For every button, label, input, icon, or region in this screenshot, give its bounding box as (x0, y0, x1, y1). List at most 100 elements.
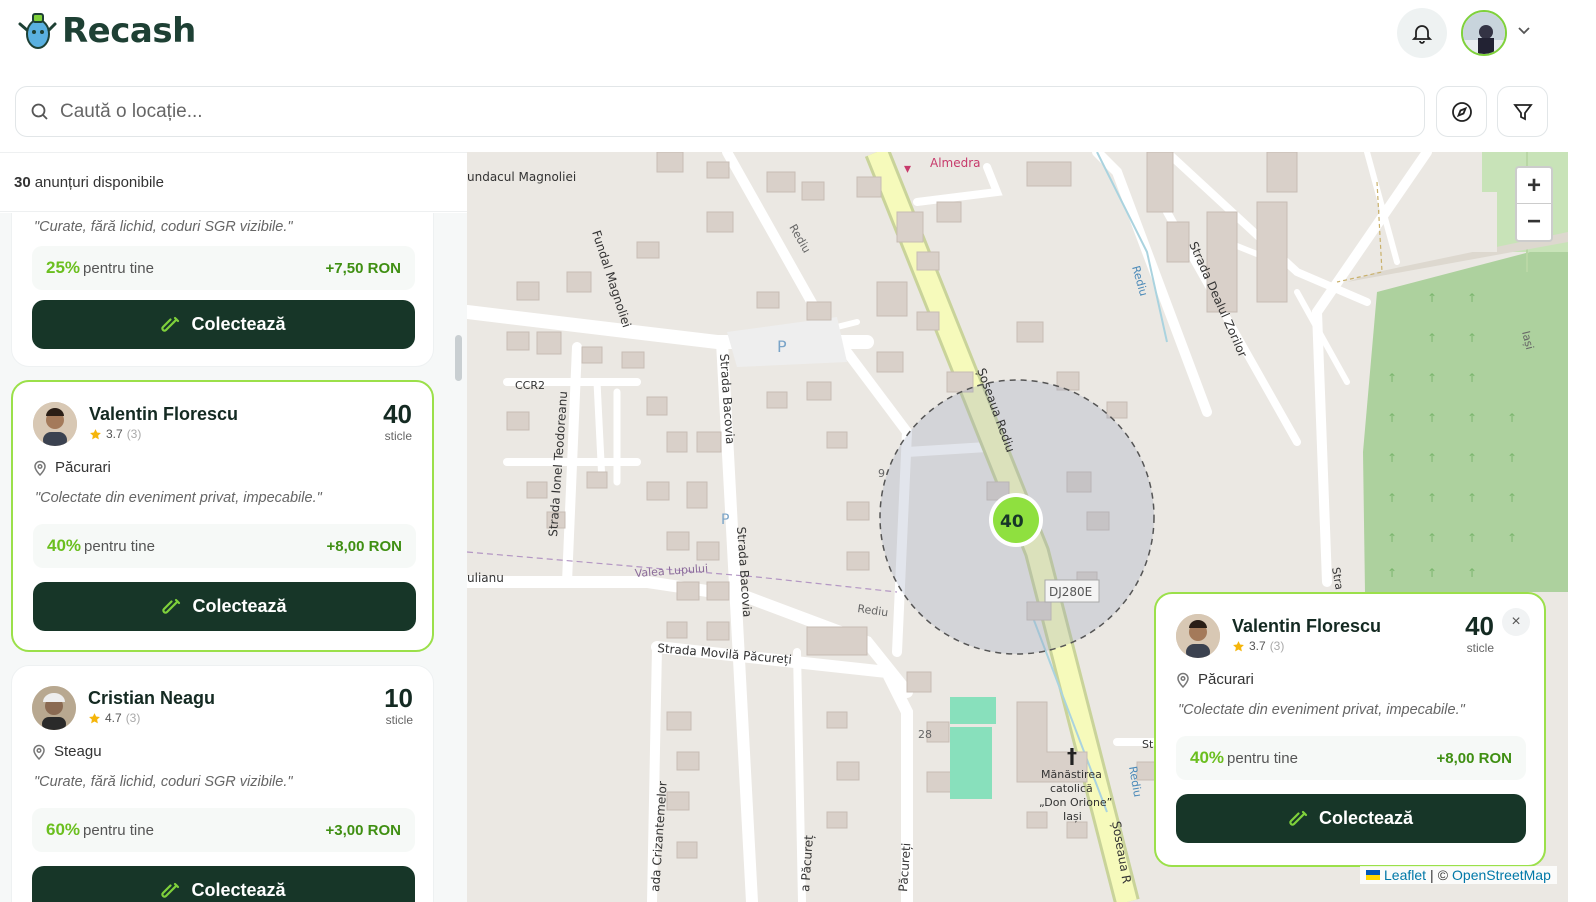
collect-button[interactable]: Colectează (32, 300, 415, 349)
zoom-in-button[interactable]: + (1517, 168, 1551, 204)
map-label-catolica: catolică (1050, 782, 1093, 795)
sidebar-scrollbar[interactable] (452, 213, 464, 902)
seller-name: Cristian Neagu (88, 688, 216, 708)
sidebar-scrollbar-thumb[interactable] (455, 335, 462, 381)
listings-list[interactable]: "Curate, fără lichid, coduri SGR vizibil… (0, 213, 467, 902)
popup-close-button[interactable]: × (1502, 608, 1530, 636)
search-bar[interactable] (15, 86, 1425, 137)
rating-value: 4.7 (105, 711, 122, 725)
osm-link[interactable]: OpenStreetMap (1452, 867, 1551, 883)
collect-button[interactable]: Colectează (33, 582, 416, 631)
svg-text:↑: ↑ (1427, 371, 1437, 385)
svg-text:↑: ↑ (1467, 451, 1477, 465)
top-header: Recash (0, 0, 1596, 70)
svg-text:↑: ↑ (1427, 331, 1437, 345)
seller-rating: 4.7 (3) (88, 711, 140, 725)
collect-button[interactable]: Colectează (32, 866, 415, 902)
listing-location: Păcurari (1176, 671, 1254, 688)
svg-text:↑: ↑ (1427, 531, 1437, 545)
bottle-icon (162, 598, 181, 614)
listings-count-label: anunțuri disponibile (34, 173, 164, 191)
zoom-out-button[interactable]: − (1517, 204, 1551, 240)
map-label-manastirea: Mănăstirea (1041, 768, 1102, 781)
seller-name: Valentin Florescu (89, 404, 239, 424)
bottle-count: 40 (383, 399, 412, 429)
collect-button-label: Colectează (191, 314, 286, 334)
bottle-unit: sticle (384, 429, 412, 443)
person-photo-icon (33, 402, 77, 446)
rating-count: (3) (126, 427, 142, 441)
svg-text:↑: ↑ (1507, 411, 1517, 425)
svg-text:↑: ↑ (1507, 531, 1517, 545)
leaflet-link[interactable]: Leaflet (1384, 867, 1426, 883)
attribution-copyright: © (1437, 867, 1449, 883)
map-label-parking-2: P (721, 512, 729, 528)
listing-share: 60% pentru tine +3,00 RON (32, 808, 415, 852)
svg-text:†: † (1067, 744, 1077, 768)
map-label-28: 28 (918, 728, 932, 741)
map-label-ccr2: CCR2 (515, 379, 545, 392)
listing-quote: "Curate, fără lichid, coduri SGR vizibil… (34, 774, 293, 790)
share-ron: +8,00 RON (1436, 749, 1512, 767)
bell-icon (1411, 25, 1433, 44)
map-view[interactable]: ↑ ↑ ↑ ↑ ↑ ↑ ↑ ↑ ↑ ↑ ↑ ↑ ↑ ↑ ↑ ↑ ↑ ↑ ↑ ↑ ↑ ↑ ↑ ↑ ↑ ↑ A… (467, 152, 1568, 902)
share-label: pentru tine (83, 260, 154, 277)
person-photo-icon (32, 686, 76, 730)
map-label-iasi-2: Iași (1063, 810, 1082, 823)
svg-text:↑: ↑ (1387, 491, 1397, 505)
listing-card[interactable]: Cristian Neagu 4.7 (3) 10 sticle Steagu … (11, 665, 434, 902)
svg-text:↑: ↑ (1507, 451, 1517, 465)
listing-share: 40% pentru tine +8,00 RON (1176, 736, 1526, 780)
compass-icon (1451, 101, 1472, 122)
svg-text:↑: ↑ (1467, 531, 1477, 545)
collect-button[interactable]: Colectează (1176, 794, 1526, 843)
search-input[interactable] (60, 100, 1360, 123)
share-percent: 40% (1190, 748, 1225, 767)
share-percent: 40% (47, 536, 82, 555)
avatar (32, 686, 76, 730)
avatar (1176, 614, 1220, 658)
location-pin-icon (33, 744, 45, 760)
svg-text:↑: ↑ (1507, 491, 1517, 505)
svg-text:▾: ▾ (904, 161, 911, 177)
search-icon (31, 103, 48, 120)
map-label-ulianu: ulianu (467, 571, 504, 585)
cluster-marker-count[interactable]: 40 (1000, 512, 1024, 532)
filter-icon (1512, 103, 1533, 120)
listings-sidebar: 30 anunțuri disponibile "Curate, fără li… (0, 152, 467, 902)
person-photo-icon (1176, 614, 1220, 658)
svg-text:↑: ↑ (1467, 566, 1477, 580)
listings-count-number: 30 (14, 173, 31, 191)
location-pin-icon (1177, 672, 1189, 688)
listing-quote: "Curate, fără lichid, coduri SGR vizibil… (34, 219, 293, 235)
listing-quote: "Colectate din eveniment privat, impecab… (35, 490, 322, 506)
listing-card[interactable]: "Curate, fără lichid, coduri SGR vizibil… (11, 213, 434, 367)
user-avatar[interactable] (1461, 10, 1507, 56)
listing-share: 40% pentru tine +8,00 RON (33, 524, 416, 568)
bottle-count: 10 (384, 683, 413, 713)
map-label-9: 9 (878, 467, 885, 480)
location-name: Steagu (54, 743, 102, 760)
bottle-icon (161, 316, 180, 332)
chevron-down-icon[interactable] (1516, 22, 1532, 38)
svg-text:↑: ↑ (1467, 291, 1477, 305)
attribution-separator: | (1430, 867, 1434, 883)
map-label-dj280e: DJ280E (1049, 585, 1092, 599)
svg-text:↑: ↑ (1467, 371, 1477, 385)
rating-value: 3.7 (106, 427, 123, 441)
filter-button[interactable] (1497, 86, 1548, 137)
bottle-unit: sticle (385, 713, 413, 727)
app-logo[interactable]: Recash (16, 10, 196, 52)
listing-card[interactable]: Valentin Florescu 3.7 (3) 40 sticle Păcu… (11, 380, 434, 652)
bottle-icon (1289, 810, 1308, 826)
avatar-photo-icon (1463, 12, 1505, 54)
notifications-button[interactable] (1397, 8, 1447, 58)
share-percent: 60% (46, 820, 81, 839)
collect-button-label: Colectează (1318, 808, 1414, 828)
locate-button[interactable] (1436, 86, 1487, 137)
map-label-st: St (1142, 738, 1154, 751)
bottle-count: 40 (1465, 611, 1494, 641)
share-ron: +7,50 RON (325, 259, 401, 277)
rating-count: (3) (1269, 639, 1285, 653)
zoom-control: + − (1515, 166, 1553, 242)
